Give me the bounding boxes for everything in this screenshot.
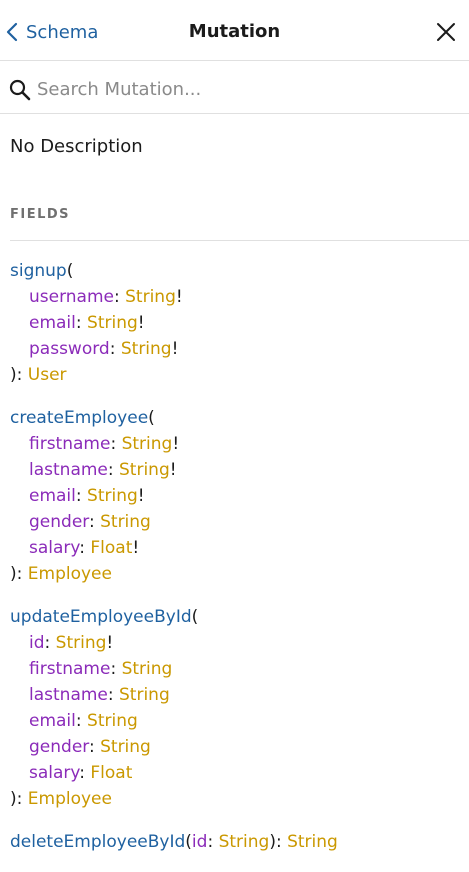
- return-type[interactable]: Employee: [28, 564, 112, 584]
- argument: firstname: String: [29, 659, 173, 679]
- search-bar: [0, 62, 469, 114]
- doc-explorer-header: Schema Mutation: [0, 0, 469, 61]
- argument-name[interactable]: lastname: [29, 460, 108, 480]
- argument: username: String!: [29, 287, 183, 307]
- argument-name[interactable]: email: [29, 313, 76, 333]
- close-icon[interactable]: [435, 21, 457, 43]
- fields-section-title: FIELDS: [10, 207, 71, 222]
- argument-name[interactable]: gender: [29, 512, 89, 532]
- argument-type[interactable]: String: [119, 460, 170, 480]
- argument-type[interactable]: String: [122, 659, 173, 679]
- argument: password: String!: [29, 339, 179, 359]
- search-icon: [9, 79, 31, 101]
- argument: email: String: [29, 711, 138, 731]
- argument-type[interactable]: String: [100, 512, 151, 532]
- argument: salary: Float: [29, 763, 133, 783]
- argument-type[interactable]: Float: [90, 538, 132, 558]
- field-updateemployeebyid: updateEmployeeById( id: String! firstnam…: [10, 604, 465, 812]
- argument-type[interactable]: String: [219, 832, 270, 852]
- argument-type[interactable]: String: [121, 339, 172, 359]
- argument: email: String!: [29, 313, 145, 333]
- argument-type[interactable]: String: [122, 434, 173, 454]
- argument: firstname: String!: [29, 434, 180, 454]
- argument-type[interactable]: String: [119, 685, 170, 705]
- argument-name[interactable]: gender: [29, 737, 89, 757]
- argument-type[interactable]: String: [100, 737, 151, 757]
- argument: lastname: String!: [29, 460, 177, 480]
- argument-name[interactable]: salary: [29, 763, 79, 783]
- type-description: No Description: [10, 136, 143, 157]
- argument-name[interactable]: username: [29, 287, 114, 307]
- field-createemployee: createEmployee( firstname: String! lastn…: [10, 405, 465, 587]
- field-deleteemployeebyid: deleteEmployeeById(id: String): String: [10, 832, 338, 852]
- argument-name[interactable]: email: [29, 711, 76, 731]
- argument-type[interactable]: String: [87, 711, 138, 731]
- return-type[interactable]: Employee: [28, 789, 112, 809]
- argument: gender: String: [29, 737, 151, 757]
- argument: id: String!: [29, 633, 114, 653]
- field-name[interactable]: deleteEmployeeById: [10, 832, 185, 852]
- argument-type[interactable]: Float: [90, 763, 132, 783]
- argument-type[interactable]: String: [87, 313, 138, 333]
- return-type[interactable]: String: [287, 832, 338, 852]
- argument-name[interactable]: email: [29, 486, 76, 506]
- section-divider: [10, 240, 469, 241]
- argument: gender: String: [29, 512, 151, 532]
- argument: salary: Float!: [29, 538, 140, 558]
- argument-name[interactable]: password: [29, 339, 110, 359]
- field-signup: signup( username: String! email: String!…: [10, 258, 465, 388]
- page-title: Mutation: [188, 21, 281, 42]
- argument-name[interactable]: salary: [29, 538, 79, 558]
- fields-list: signup( username: String! email: String!…: [10, 258, 465, 872]
- argument-name[interactable]: firstname: [29, 659, 110, 679]
- field-name[interactable]: signup: [10, 261, 67, 281]
- search-input[interactable]: [37, 74, 457, 104]
- return-type[interactable]: User: [28, 365, 67, 385]
- argument-name[interactable]: id: [192, 832, 208, 852]
- argument: lastname: String: [29, 685, 170, 705]
- argument-name[interactable]: id: [29, 633, 45, 653]
- argument-type[interactable]: String: [87, 486, 138, 506]
- argument-type[interactable]: String: [125, 287, 176, 307]
- argument-name[interactable]: lastname: [29, 685, 108, 705]
- argument-name[interactable]: firstname: [29, 434, 110, 454]
- field-name[interactable]: createEmployee: [10, 408, 148, 428]
- argument: email: String!: [29, 486, 145, 506]
- argument-type[interactable]: String: [56, 633, 107, 653]
- field-name[interactable]: updateEmployeeById: [10, 607, 192, 627]
